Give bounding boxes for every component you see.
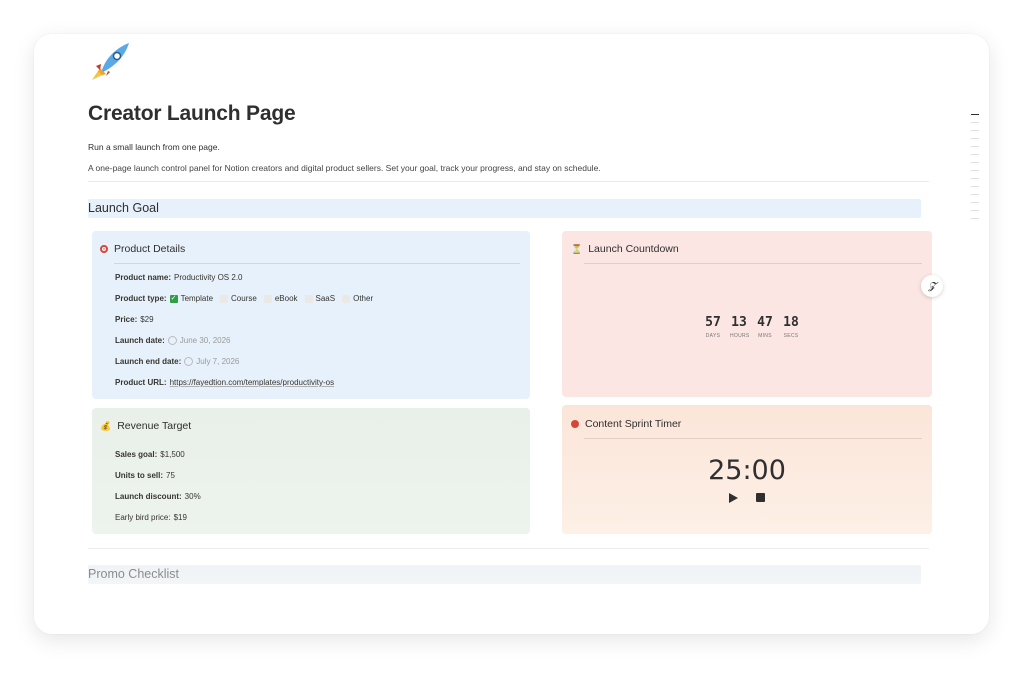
countdown-display: 57 DAYS 13 HOURS 47 MINS 18 SECS [704,315,800,339]
checkbox-icon [342,294,351,303]
section-launch-goal[interactable]: Launch Goal [88,199,921,218]
divider [88,548,929,549]
toc-item[interactable] [971,202,979,203]
launch-end-row: Launch end date: July 7, 2026 [115,357,239,366]
units-row: Units to sell: 75 [115,471,175,480]
product-url-label: Product URL: [115,378,167,387]
countdown-days: 57 DAYS [705,315,721,339]
sales-goal-row: Sales goal: $1,500 [115,450,185,459]
price-label: Price: [115,315,138,324]
product-type-label: Product type: [115,294,167,303]
product-url-row: Product URL: https://fayedtion.com/templ… [115,378,334,387]
launch-countdown-card: ⏳ Launch Countdown 57 DAYS 13 HOURS 47 MINS… [562,231,932,397]
toc-item[interactable] [971,170,979,171]
product-details-card: Product Details Product name: Productivi… [92,231,530,399]
rocket-icon [92,43,129,80]
section-promo-checklist[interactable]: Promo Checklist [88,565,921,584]
table-of-contents[interactable] [971,114,979,226]
checkbox-icon [263,294,272,303]
launch-end-value[interactable]: July 7, 2026 [196,357,239,366]
early-bird-value[interactable]: $19 [174,513,187,522]
launch-date-row: Launch date: June 30, 2026 [115,336,231,345]
toc-item[interactable] [971,194,979,195]
discount-row: Launch discount: 30% [115,492,201,501]
timer-display: 25:00 [708,455,786,486]
card-divider [584,263,922,264]
toc-item[interactable] [971,130,979,131]
content-sprint-timer-card: Content Sprint Timer 25:00 [562,405,932,534]
target-icon [100,245,108,253]
ai-assistant-button[interactable]: 𝓩 [921,275,943,297]
type-option-saas[interactable]: SaaS [304,294,335,303]
toc-item[interactable] [971,154,979,155]
product-name-value[interactable]: Productivity OS 2.0 [174,273,242,282]
checkbox-checked-icon: ✓ [169,294,178,303]
countdown-secs: 18 SECS [783,315,799,339]
launch-countdown-header: ⏳ Launch Countdown [571,243,922,255]
toc-item[interactable] [971,178,979,179]
toc-item[interactable] [971,186,979,187]
card-divider [584,438,922,439]
units-label: Units to sell: [115,471,164,480]
page-frame: Creator Launch Page Run a small launch f… [34,34,989,634]
launch-countdown-title: Launch Countdown [588,243,679,255]
type-option-ebook[interactable]: eBook [263,294,298,303]
early-bird-label: Early bird price: [115,513,171,522]
toc-item[interactable] [971,162,979,163]
sprint-timer-title: Content Sprint Timer [585,418,682,430]
discount-label: Launch discount: [115,492,182,501]
stop-icon[interactable] [756,493,765,502]
type-option-template[interactable]: ✓ Template [169,294,213,303]
toc-item[interactable] [971,218,979,219]
units-value[interactable]: 75 [166,471,175,480]
type-option-other[interactable]: Other [342,294,373,303]
product-url-link[interactable]: https://fayedtion.com/templates/producti… [170,378,335,387]
product-details-title: Product Details [114,243,186,255]
sales-goal-value[interactable]: $1,500 [160,450,184,459]
ai-icon: 𝓩 [928,280,936,292]
toc-item[interactable] [971,122,979,123]
play-icon[interactable] [729,493,738,503]
product-name-label: Product name: [115,273,172,282]
revenue-target-title: Revenue Target [117,420,192,432]
toc-item[interactable] [971,146,979,147]
discount-value[interactable]: 30% [185,492,201,501]
checkbox-icon [304,294,313,303]
toc-item[interactable] [971,114,979,115]
countdown-mins: 47 MINS [757,315,773,339]
checkbox-icon [220,294,229,303]
date-mention-icon [167,336,177,345]
red-circle-icon [571,420,579,428]
card-divider [114,263,520,264]
money-bag-icon: 💰 [100,420,112,431]
countdown-hours: 13 HOURS [730,315,750,339]
page-description: A one-page launch control panel for Noti… [88,163,601,173]
hourglass-icon: ⏳ [571,243,583,254]
sales-goal-label: Sales goal: [115,450,158,459]
toc-item[interactable] [971,210,979,211]
price-value[interactable]: $29 [140,315,153,324]
launch-date-label: Launch date: [115,336,165,345]
launch-date-value[interactable]: June 30, 2026 [180,336,231,345]
early-bird-row: Early bird price: $19 [115,513,187,522]
type-option-course[interactable]: Course [220,294,257,303]
divider [88,181,929,182]
product-details-header: Product Details [100,243,520,255]
launch-end-label: Launch end date: [115,357,182,366]
toc-item[interactable] [971,138,979,139]
page-title: Creator Launch Page [88,102,296,125]
product-type-row: Product type: ✓ Template Course eBook Saa… [115,294,377,303]
date-mention-icon [184,357,194,366]
revenue-target-card: 💰 Revenue Target Sales goal: $1,500 Unit… [92,408,530,534]
page-subtitle: Run a small launch from one page. [88,142,220,152]
product-name-row: Product name: Productivity OS 2.0 [115,273,243,282]
timer-controls [562,493,932,503]
revenue-target-header: 💰 Revenue Target [100,420,520,432]
sprint-timer-header: Content Sprint Timer [571,418,922,430]
price-row: Price: $29 [115,315,154,324]
